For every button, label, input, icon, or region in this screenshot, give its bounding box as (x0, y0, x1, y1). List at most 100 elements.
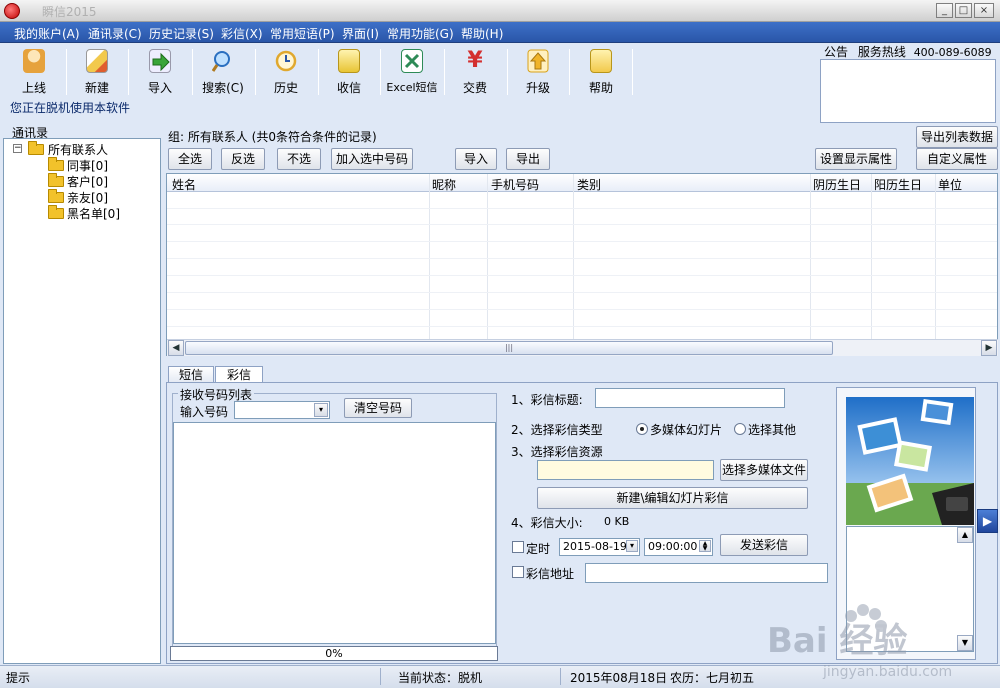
scroll-left-arrow-icon[interactable]: ◀ (168, 340, 184, 356)
column-header-lunar-birthday[interactable]: 阴历生日 (813, 176, 861, 193)
toolbar-inbox-button[interactable]: 收信 (319, 47, 379, 97)
toolbar-upgrade-button[interactable]: 升级 (508, 47, 568, 97)
display-properties-button[interactable]: 设置显示属性 (815, 148, 897, 170)
maximize-button[interactable]: □ (955, 3, 972, 18)
mms-title-input[interactable] (595, 388, 785, 408)
toolbar-pay-label: 交费 (462, 81, 487, 95)
row-divider (167, 326, 997, 327)
folder-icon (48, 205, 64, 219)
import-button[interactable]: 导入 (455, 148, 497, 170)
clear-numbers-button[interactable]: 清空号码 (344, 398, 412, 418)
column-header-solar-birthday[interactable]: 阳历生日 (874, 176, 922, 193)
toolbar-online-label: 上线 (21, 81, 46, 95)
column-header-category[interactable]: 类别 (577, 176, 601, 193)
export-button[interactable]: 导出 (506, 148, 550, 170)
tab-sms[interactable]: 短信 (168, 366, 214, 383)
column-divider (935, 174, 936, 339)
radio-other[interactable] (734, 423, 746, 435)
input-number-label: 输入号码 (180, 405, 229, 419)
toolbar-help-button[interactable]: 帮助 (571, 47, 631, 97)
export-list-button[interactable]: 导出列表数据 (916, 126, 998, 148)
mms-size-label: 4、彩信大小: (511, 516, 583, 530)
menu-interface[interactable]: 界面(I) (342, 25, 379, 42)
upgrade-icon (527, 49, 549, 73)
tree-item-blacklist[interactable]: 黑名单[0] (67, 205, 120, 222)
time-picker[interactable]: 09:00:00 ▲ ▼ (644, 538, 713, 556)
menu-common-functions[interactable]: 常用功能(G) (387, 25, 454, 42)
close-button[interactable]: × (974, 3, 994, 18)
toolbar-excel-sms-label: Excel短信 (386, 81, 438, 94)
tab-mms[interactable]: 彩信 (215, 366, 263, 383)
toolbar-import-button[interactable]: 导入 (130, 47, 190, 97)
radio-multimedia-slides[interactable] (636, 423, 648, 435)
tree-item-colleagues[interactable]: 同事[0] (67, 157, 108, 174)
row-divider (167, 208, 997, 209)
yuan-icon: ¥ (467, 48, 483, 73)
select-none-button[interactable]: 不选 (277, 148, 321, 170)
send-progress-bar: 0% (170, 646, 498, 661)
row-divider (167, 258, 997, 259)
menu-history[interactable]: 历史记录(S) (149, 25, 214, 42)
mms-resource-label: 3、选择彩信资源 (511, 445, 603, 459)
scroll-thumb[interactable]: ||| (185, 341, 833, 355)
row-divider (167, 309, 997, 310)
timer-checkbox[interactable] (512, 541, 524, 553)
menu-contacts[interactable]: 通讯录(C) (88, 25, 142, 42)
tree-item-all-contacts[interactable]: 所有联系人 (48, 141, 108, 158)
scroll-up-arrow-icon[interactable]: ▲ (957, 527, 973, 543)
excel-icon (401, 49, 423, 73)
toolbar-online-button[interactable]: 上线 (4, 47, 64, 97)
menu-my-account[interactable]: 我的账户(A) (14, 25, 80, 42)
invert-selection-button[interactable]: 反选 (221, 148, 265, 170)
table-horizontal-scrollbar[interactable]: ◀ ||| ▶ (167, 339, 998, 356)
row-divider (167, 292, 997, 293)
date-picker[interactable]: 2015-08-19 ▾ (559, 538, 640, 556)
notice-box (820, 59, 996, 123)
column-header-name[interactable]: 姓名 (172, 176, 196, 193)
select-all-button[interactable]: 全选 (168, 148, 212, 170)
new-edit-slides-button[interactable]: 新建\编辑幻灯片彩信 (537, 487, 808, 509)
time-spinner-icon[interactable]: ▲ ▼ (699, 540, 711, 552)
toolbar-history-button[interactable]: 历史 (256, 47, 316, 97)
menu-bar: 我的账户(A) 通讯录(C) 历史记录(S) 彩信(X) 常用短语(P) 界面(… (0, 22, 1000, 43)
calendar-dropdown-icon[interactable]: ▾ (626, 540, 638, 552)
mms-resource-input[interactable] (537, 460, 714, 480)
number-input-combo[interactable]: ▾ (234, 401, 330, 419)
tree-item-family[interactable]: 亲友[0] (67, 189, 108, 206)
column-header-company[interactable]: 单位 (938, 176, 962, 193)
notice-label: 公告 (824, 45, 849, 59)
menu-help[interactable]: 帮助(H) (461, 25, 503, 42)
scroll-right-arrow-icon[interactable]: ▶ (981, 340, 997, 356)
mms-address-checkbox[interactable] (512, 566, 524, 578)
watermark-url: jingyan.baidu.com (822, 664, 952, 680)
status-separator (380, 668, 381, 685)
tree-item-clients[interactable]: 客户[0] (67, 173, 108, 190)
status-connection-state: 当前状态：脱机 (398, 671, 483, 685)
contact-table[interactable]: 姓名 昵称 手机号码 类别 阴历生日 阳历生日 单位 (166, 173, 998, 356)
date-value: 2015-08-19 (563, 540, 627, 553)
column-header-nickname[interactable]: 昵称 (432, 176, 456, 193)
radio-multimedia-slides-label[interactable]: 多媒体幻灯片 (650, 421, 722, 438)
toolbar-pay-button[interactable]: ¥ 交费 (445, 47, 505, 97)
radio-other-label[interactable]: 选择其他 (748, 421, 796, 438)
toolbar-search-button[interactable]: 搜索(C) (193, 47, 253, 97)
next-slide-button[interactable]: ▶ (977, 509, 998, 533)
slide-preview-image (846, 397, 974, 525)
add-selected-numbers-button[interactable]: 加入选中号码 (331, 148, 413, 170)
toolbar-excel-sms-button[interactable]: Excel短信 (381, 47, 443, 97)
minimize-button[interactable]: _ (936, 3, 953, 18)
send-mms-button[interactable]: 发送彩信 (720, 534, 808, 556)
tree-collapse-toggle[interactable]: − (13, 144, 22, 153)
custom-properties-button[interactable]: 自定义属性 (916, 148, 998, 170)
chevron-down-icon[interactable]: ▾ (314, 403, 328, 417)
mms-address-input[interactable] (585, 563, 828, 583)
menu-phrases[interactable]: 常用短语(P) (270, 25, 335, 42)
toolbar-history-label: 历史 (273, 81, 298, 95)
toolbar-new-button[interactable]: 新建 (67, 47, 127, 97)
mms-address-label[interactable]: 彩信地址 (526, 565, 574, 582)
choose-media-file-button[interactable]: 选择多媒体文件 (720, 459, 808, 481)
recipient-number-list[interactable] (173, 422, 496, 644)
timer-label[interactable]: 定时 (526, 540, 550, 557)
column-header-mobile[interactable]: 手机号码 (491, 176, 539, 193)
menu-mms[interactable]: 彩信(X) (221, 25, 263, 42)
